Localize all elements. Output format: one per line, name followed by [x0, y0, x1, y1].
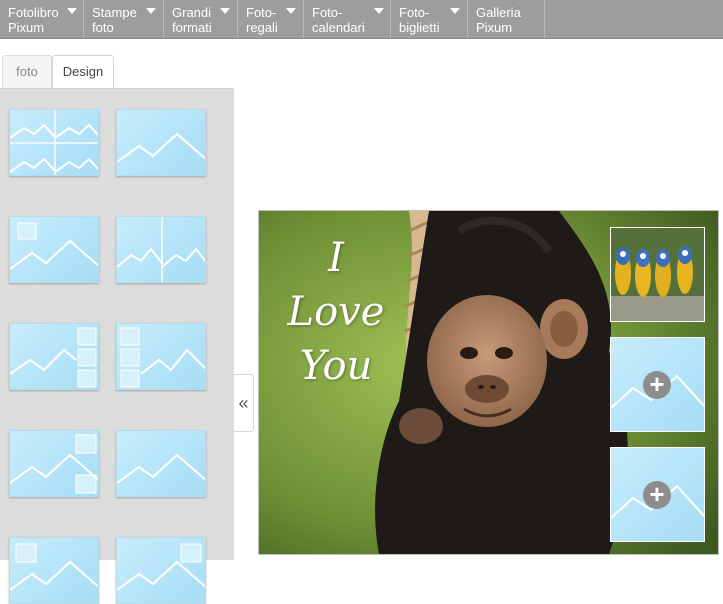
layout-panel [0, 88, 234, 604]
mountain-placeholder-icon [117, 132, 205, 163]
nav-item-fotolibro[interactable]: Fotolibro Pixum [0, 0, 84, 38]
mountain-placeholder-icon [117, 543, 205, 591]
mountain-placeholder-icon [117, 453, 205, 484]
layout-thumb-full[interactable] [116, 430, 206, 497]
layout-thumb-partial-left[interactable] [9, 537, 99, 604]
tab-foto[interactable]: foto [2, 55, 52, 88]
parrots-photo [611, 228, 704, 321]
mountain-placeholder-icon [10, 110, 98, 175]
layout-thumb-right-column[interactable] [9, 323, 99, 390]
dropdown-caret-icon [450, 8, 460, 14]
nav-label-line2: formati [172, 20, 212, 35]
dropdown-caret-icon [220, 8, 230, 14]
mountain-placeholder-icon [10, 434, 98, 494]
nav-label-line2: foto [92, 20, 114, 35]
nav-item-foto-biglietti[interactable]: Foto- biglietti [391, 0, 468, 38]
layout-thumb-split[interactable] [116, 216, 206, 283]
nav-item-grandi-formati[interactable]: Grandi formati [164, 0, 238, 38]
top-navigation: Fotolibro Pixum Stampe foto Grandi forma… [0, 0, 723, 39]
layout-thumb-inset-photo[interactable] [9, 216, 99, 283]
nav-item-foto-calendari[interactable]: Foto- calendari [304, 0, 391, 38]
nav-item-galleria-pixum[interactable]: Galleria Pixum [468, 0, 545, 38]
photo-slot-parrots[interactable] [610, 227, 705, 322]
nav-label-line2: regali [246, 20, 278, 35]
plus-icon[interactable]: + [643, 481, 671, 509]
dropdown-caret-icon [67, 8, 77, 14]
nav-label-line2: calendari [312, 20, 365, 35]
layout-thumb-single[interactable] [116, 109, 206, 176]
nav-label-line2: biglietti [399, 20, 440, 35]
layout-thumb-four[interactable] [9, 109, 99, 176]
nav-label-line2: Pixum [8, 20, 45, 35]
nav-label-line1: Galleria [476, 5, 521, 20]
dropdown-caret-icon [286, 8, 296, 14]
photo-slot-empty-2[interactable]: + [610, 447, 705, 542]
layout-thumb-partial-right[interactable] [116, 537, 206, 604]
design-canvas[interactable]: I Love You + + [258, 210, 719, 555]
dropdown-caret-icon [146, 8, 156, 14]
love-text[interactable]: I Love You [281, 231, 391, 393]
dropdown-caret-icon [374, 8, 384, 14]
love-line-2: Love [287, 289, 385, 335]
mountain-placeholder-icon [120, 327, 205, 388]
plus-icon[interactable]: + [643, 371, 671, 399]
mountain-placeholder-icon [10, 222, 98, 270]
nav-item-foto-regali[interactable]: Foto- regali [238, 0, 304, 38]
mountain-placeholder-icon [10, 327, 97, 388]
layout-thumb-left-column[interactable] [116, 323, 206, 390]
love-line-1: I [328, 235, 344, 281]
nav-item-stampe-foto[interactable]: Stampe foto [84, 0, 164, 38]
mountain-placeholder-icon [117, 217, 205, 282]
photo-slot-empty-1[interactable]: + [610, 337, 705, 432]
mountain-placeholder-icon [10, 543, 98, 591]
collapse-panel-button[interactable]: « [234, 374, 254, 432]
nav-label-line2: Pixum [476, 20, 513, 35]
layout-thumb-corner-photos[interactable] [9, 430, 99, 497]
love-line-3: You [299, 343, 373, 389]
tab-design[interactable]: Design [52, 55, 114, 90]
